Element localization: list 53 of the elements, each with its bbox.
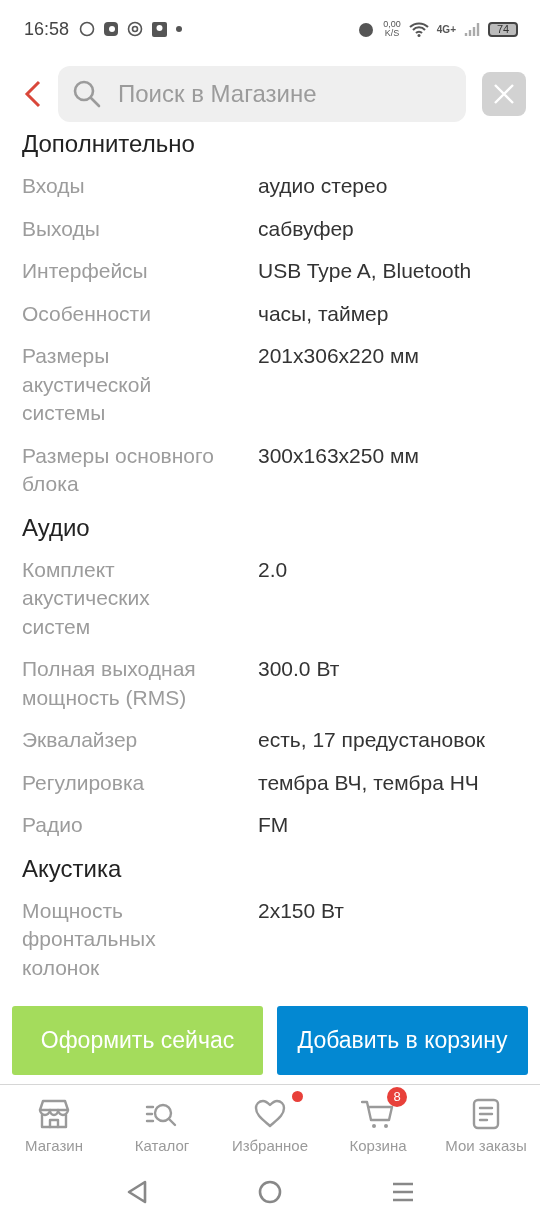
nav-tab[interactable]: Магазин bbox=[0, 1085, 108, 1165]
spec-value: FM bbox=[258, 812, 290, 838]
spec-label: Радио bbox=[22, 812, 84, 838]
spec-value: есть, 17 предустановок bbox=[258, 727, 486, 753]
close-icon bbox=[493, 83, 515, 105]
spec-label: Размеры основного блока bbox=[22, 442, 215, 497]
nav-tab[interactable]: Каталог bbox=[108, 1085, 216, 1165]
spec-value: 300.0 Вт bbox=[258, 656, 341, 682]
spec-value: 201x306x220 мм bbox=[258, 343, 420, 369]
count-badge: 8 bbox=[387, 1086, 407, 1107]
spec-value: 2.0 bbox=[258, 556, 289, 583]
spec-value: 300x163x250 мм bbox=[258, 442, 420, 469]
buy-now-button[interactable]: Оформить сейчас bbox=[12, 1005, 263, 1075]
app-icon bbox=[103, 21, 120, 37]
spec-label: Интерфейсы bbox=[22, 258, 149, 284]
spec-label: Эквалайзер bbox=[22, 727, 139, 753]
section-title: Акустика bbox=[22, 853, 123, 884]
nav-tab[interactable]: Избранное bbox=[216, 1085, 324, 1165]
home-icon[interactable] bbox=[258, 1179, 282, 1204]
battery-indicator: 74 bbox=[488, 21, 518, 37]
dot-icon bbox=[176, 26, 183, 32]
menu-icon[interactable] bbox=[392, 1180, 414, 1203]
search-input[interactable]: Поиск в Магазине bbox=[116, 79, 452, 109]
spec-label: Входы bbox=[22, 173, 86, 199]
signal-icon bbox=[464, 21, 480, 37]
nav-tab[interactable]: 8 Корзина bbox=[324, 1085, 432, 1165]
back-icon[interactable] bbox=[24, 80, 42, 108]
spec-label: Выходы bbox=[22, 215, 101, 242]
net-speed: 0,00 bbox=[383, 20, 401, 29]
section-title: Аудио bbox=[22, 512, 91, 543]
spec-value: часы, таймер bbox=[258, 300, 390, 327]
spec-label: Размеры акустической системы bbox=[22, 343, 153, 426]
spec-value: 2x150 Вт bbox=[258, 897, 345, 924]
spec-label: Мощность фронтальных колонок bbox=[22, 897, 157, 981]
network-type: 4G+ bbox=[436, 23, 456, 35]
nav-tab[interactable]: Мои заказы bbox=[432, 1085, 540, 1165]
search-icon bbox=[72, 79, 102, 109]
status-time: 16:58 bbox=[24, 18, 70, 40]
spec-value: сабвуфер bbox=[258, 215, 355, 242]
spec-label: Комплект акустических систем bbox=[22, 556, 151, 640]
spec-value: тембра ВЧ, тембра НЧ bbox=[258, 769, 480, 796]
spec-label: Полная выходная мощность (RMS) bbox=[22, 656, 197, 711]
wifi-icon bbox=[408, 21, 429, 37]
spec-label: Особенности bbox=[22, 300, 152, 327]
spec-label: Регулировка bbox=[22, 769, 146, 796]
net-speed-unit: K/S bbox=[384, 29, 400, 38]
search-field[interactable]: Поиск в Магазине bbox=[58, 66, 466, 122]
add-to-cart-button[interactable]: Добавить в корзину bbox=[277, 1005, 528, 1075]
back-icon[interactable] bbox=[126, 1179, 148, 1204]
spec-value: аудио стерео bbox=[258, 173, 389, 199]
section-title: Дополнительно bbox=[22, 130, 196, 159]
image-icon bbox=[151, 20, 169, 38]
spec-value: USB Type A, Bluetooth bbox=[258, 258, 473, 284]
